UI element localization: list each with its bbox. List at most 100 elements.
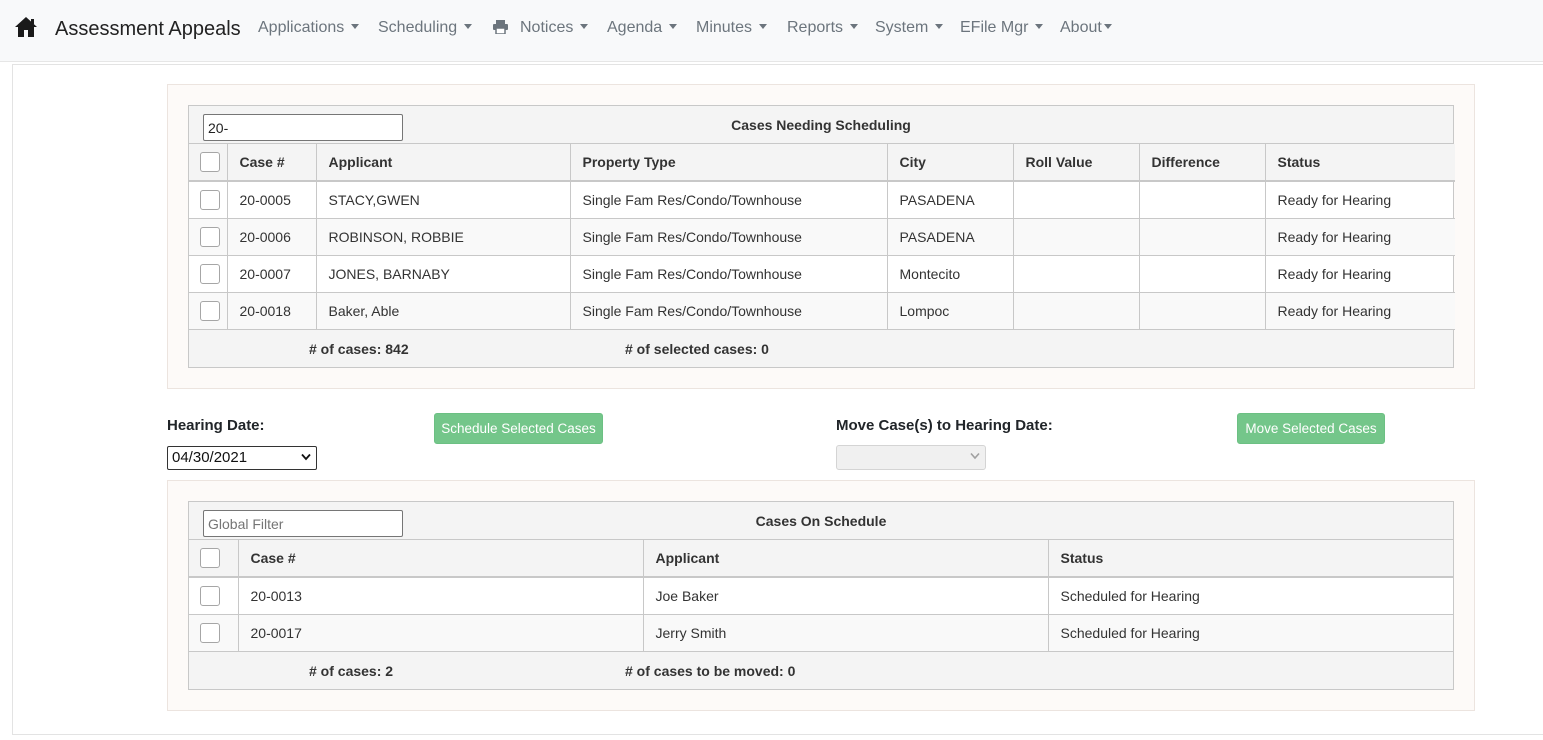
roll-value-cell [1013, 292, 1140, 330]
nav-label: Applications [258, 19, 345, 36]
table-row[interactable]: 20-0017 Jerry Smith Scheduled for Hearin… [189, 614, 1453, 652]
grid-footer: # of cases: 2 # of cases to be moved: 0 [189, 651, 1453, 689]
needing-scheduling-panel: Cases Needing Scheduling Case # Applican… [167, 84, 1475, 389]
table-row[interactable]: 20-0005 STACY,GWEN Single Fam Res/Condo/… [189, 181, 1455, 219]
row-select-cell [189, 577, 239, 615]
property-type-cell: Single Fam Res/Condo/Townhouse [570, 181, 888, 219]
nav-notices[interactable]: Notices [520, 19, 589, 37]
chevron-down-icon [1035, 24, 1044, 29]
grid-title: Cases On Schedule [755, 513, 887, 529]
row-checkbox[interactable] [200, 263, 220, 284]
nav-about[interactable]: About [1060, 19, 1112, 37]
status-cell: Ready for Hearing [1265, 218, 1455, 256]
hearing-date-select[interactable]: 04/30/2021 [167, 446, 317, 470]
on-schedule-panel: Cases On Schedule Case # Applicant Statu… [167, 480, 1475, 711]
table-row[interactable]: 20-0018 Baker, Able Single Fam Res/Condo… [189, 292, 1455, 330]
nav-scheduling[interactable]: Scheduling [378, 19, 473, 37]
grid-title: Cases Needing Scheduling [731, 117, 911, 133]
property-type-cell: Single Fam Res/Condo/Townhouse [570, 218, 888, 256]
chevron-down-icon [351, 24, 360, 29]
column-header[interactable]: Difference [1139, 144, 1266, 182]
column-header[interactable]: Roll Value [1013, 144, 1140, 182]
column-header[interactable]: City [887, 144, 1014, 182]
nav-label: EFile Mgr [960, 19, 1029, 36]
chevron-down-icon [669, 24, 678, 29]
city-cell: PASADENA [887, 181, 1014, 219]
grid-footer: # of cases: 842 # of selected cases: 0 [189, 329, 1453, 367]
applicant-cell: Jerry Smith [643, 614, 1049, 652]
row-select-cell [189, 181, 228, 219]
printer-icon [493, 20, 508, 34]
move-hearing-date-select[interactable] [836, 445, 986, 470]
column-header[interactable]: Case # [227, 144, 317, 182]
nav-label: Minutes [696, 19, 753, 36]
row-checkbox[interactable] [200, 226, 220, 247]
column-header[interactable]: Property Type [570, 144, 888, 182]
column-header[interactable]: Applicant [643, 540, 1049, 578]
chevron-down-icon [580, 24, 589, 29]
on-schedule-table: Case # Applicant Status 20-0013 Joe Bake… [189, 540, 1453, 652]
needing-scheduling-grid: Cases Needing Scheduling Case # Applican… [188, 105, 1455, 368]
roll-value-cell [1013, 218, 1140, 256]
case-number-cell: 20-0005 [227, 181, 317, 219]
select-all-cell [189, 540, 239, 578]
table-row[interactable]: 20-0006 ROBINSON, ROBBIE Single Fam Res/… [189, 218, 1455, 256]
move-cases-label: Move Case(s) to Hearing Date: [836, 417, 1053, 434]
nav-system[interactable]: System [875, 19, 944, 37]
selected-count: # of selected cases: 0 [625, 340, 769, 357]
nav-label: System [875, 19, 929, 36]
nav-label: Scheduling [378, 19, 458, 36]
nav-reports[interactable]: Reports [787, 19, 859, 37]
select-all-checkbox[interactable] [200, 548, 220, 568]
schedule-selected-button[interactable]: Schedule Selected Cases [434, 413, 603, 444]
city-cell: Lompoc [887, 292, 1014, 330]
table-row[interactable]: 20-0007 JONES, BARNABY Single Fam Res/Co… [189, 255, 1455, 293]
nav-label: Agenda [607, 19, 663, 36]
chevron-down-icon [935, 24, 944, 29]
applicant-cell: JONES, BARNABY [316, 255, 571, 293]
nav-applications[interactable]: Applications [258, 19, 360, 37]
city-cell: Montecito [887, 255, 1014, 293]
difference-cell [1139, 218, 1266, 256]
row-checkbox[interactable] [200, 622, 220, 643]
header-row: Case # Applicant Status [189, 540, 1453, 578]
applicant-cell: STACY,GWEN [316, 181, 571, 219]
column-header[interactable]: Applicant [316, 144, 571, 182]
select-all-checkbox[interactable] [200, 152, 220, 172]
brand-title[interactable]: Assessment Appeals [55, 18, 241, 41]
case-count: # of cases: 842 [309, 340, 409, 357]
applicant-cell: Baker, Able [316, 292, 571, 330]
column-header[interactable]: Status [1048, 540, 1453, 578]
home-icon[interactable] [14, 16, 38, 38]
nav-agenda[interactable]: Agenda [607, 19, 678, 37]
nav-label: Notices [520, 19, 574, 36]
select-all-cell [189, 144, 228, 182]
case-number-cell: 20-0006 [227, 218, 317, 256]
column-header[interactable]: Status [1265, 144, 1455, 182]
grid-caption: Cases On Schedule [189, 502, 1453, 540]
top-navbar: Assessment Appeals Applications Scheduli… [0, 0, 1543, 62]
hearing-date-value: 04/30/2021 [172, 449, 248, 466]
table-row[interactable]: 20-0013 Joe Baker Scheduled for Hearing [189, 577, 1453, 615]
nav-label: Reports [787, 19, 844, 36]
row-select-cell [189, 255, 228, 293]
column-header[interactable]: Case # [238, 540, 644, 578]
city-cell: PASADENA [887, 218, 1014, 256]
row-checkbox[interactable] [200, 189, 220, 210]
difference-cell [1139, 292, 1266, 330]
hearing-date-label: Hearing Date: [167, 417, 265, 434]
row-checkbox[interactable] [200, 300, 220, 321]
nav-efile-mgr[interactable]: EFile Mgr [960, 19, 1044, 37]
on-schedule-grid: Cases On Schedule Case # Applicant Statu… [188, 501, 1454, 690]
applicant-cell: ROBINSON, ROBBIE [316, 218, 571, 256]
applicant-cell: Joe Baker [643, 577, 1049, 615]
move-selected-button[interactable]: Move Selected Cases [1237, 413, 1385, 444]
chevron-down-icon [970, 452, 980, 460]
case-count: # of cases: 2 [309, 662, 394, 679]
nav-minutes[interactable]: Minutes [696, 19, 768, 37]
nav-label: About [1060, 19, 1102, 36]
row-select-cell [189, 218, 228, 256]
chevron-down-icon [1103, 24, 1112, 29]
row-checkbox[interactable] [200, 585, 220, 606]
row-select-cell [189, 614, 239, 652]
